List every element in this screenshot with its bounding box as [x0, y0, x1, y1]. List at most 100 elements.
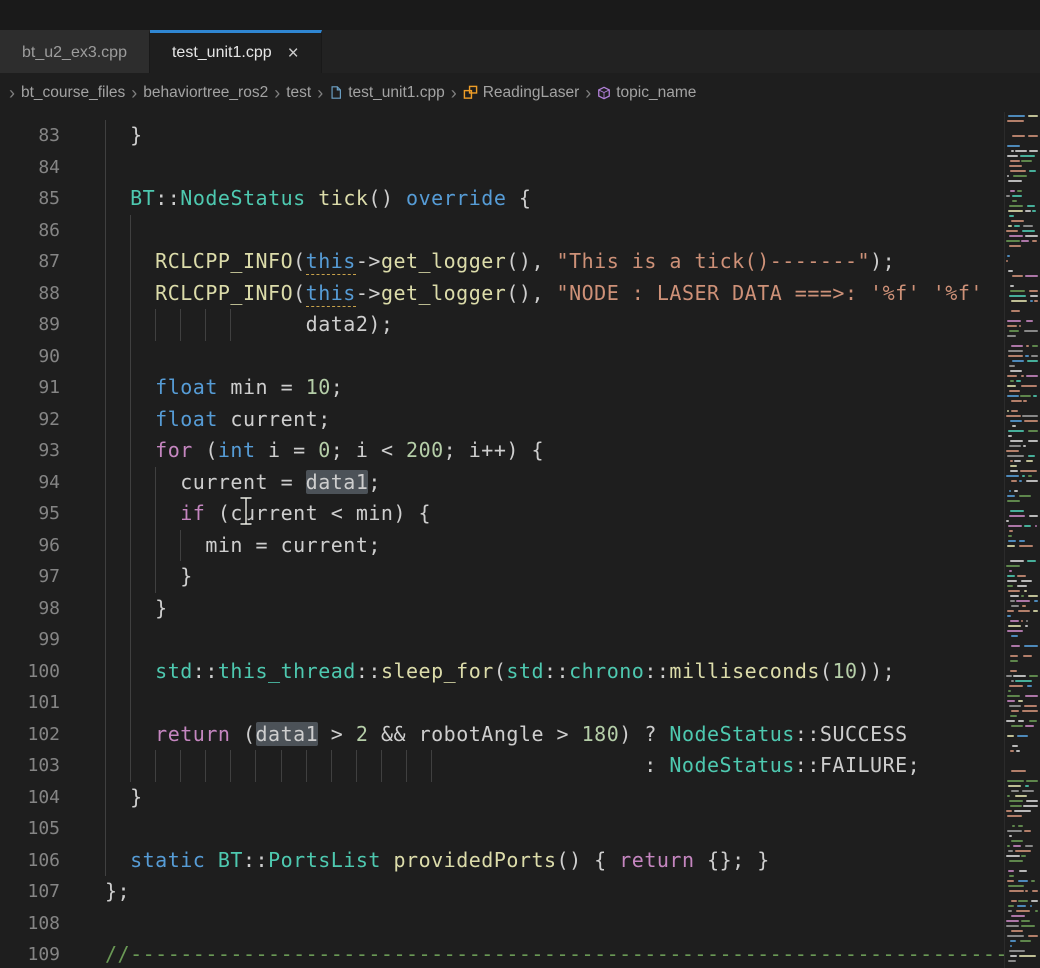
line-number[interactable]: 91	[0, 372, 90, 404]
line-number[interactable]: 101	[0, 687, 90, 719]
code-line-96[interactable]: min = current;	[90, 530, 1004, 562]
indent-guide	[105, 813, 106, 845]
minimap-line	[1017, 905, 1025, 907]
code-line-92[interactable]: float current;	[90, 404, 1004, 436]
line-number[interactable]: 103	[0, 750, 90, 782]
minimap-line	[1013, 675, 1026, 677]
minimap-line	[1019, 495, 1031, 497]
code-line-106[interactable]: static BT::PortsList providedPorts() { r…	[90, 845, 1004, 877]
code-token: 10	[832, 659, 857, 683]
minimap-line	[1011, 220, 1023, 222]
breadcrumb-item-topic-name[interactable]: topic_name	[597, 84, 696, 102]
chevron-icon: ›	[9, 84, 15, 102]
code-token	[205, 848, 218, 872]
line-number[interactable]: 94	[0, 467, 90, 499]
line-number[interactable]: 97	[0, 561, 90, 593]
line-number[interactable]: 83	[0, 120, 90, 152]
code-line-83[interactable]: }	[90, 120, 1004, 152]
breadcrumb-label: test_unit1.cpp	[348, 84, 445, 102]
code-line-95[interactable]: if (current < min) {	[90, 498, 1004, 530]
minimap-line	[1010, 715, 1016, 717]
line-number[interactable]: 107	[0, 876, 90, 908]
code-line-100[interactable]: std::this_thread::sleep_for(std::chrono:…	[90, 656, 1004, 688]
line-number[interactable]: 87	[0, 246, 90, 278]
code-line-89[interactable]: data2);	[90, 309, 1004, 341]
line-number[interactable]: 95	[0, 498, 90, 530]
code-token: ::FAILURE;	[795, 753, 920, 777]
minimap-line	[1010, 370, 1022, 372]
line-number[interactable]: 85	[0, 183, 90, 215]
code-area[interactable]: } BT::NodeStatus tick() override { RCLCP…	[90, 112, 1004, 968]
minimap-line	[1033, 395, 1037, 397]
minimap-line	[1008, 850, 1013, 852]
code-line-107[interactable]: };	[90, 876, 1004, 908]
indent-guide	[130, 498, 131, 530]
code-line-97[interactable]: }	[90, 561, 1004, 593]
code-line-101[interactable]	[90, 687, 1004, 719]
minimap[interactable]	[1004, 112, 1040, 968]
line-number[interactable]: 106	[0, 845, 90, 877]
minimap-line	[1023, 225, 1033, 227]
code-line-84[interactable]	[90, 152, 1004, 184]
code-line-99[interactable]	[90, 624, 1004, 656]
minimap-line	[1008, 210, 1023, 212]
line-number[interactable]: 102	[0, 719, 90, 751]
line-number[interactable]: 108	[0, 908, 90, 940]
minimap-line	[1016, 910, 1029, 912]
breadcrumb-item-bt-course-files[interactable]: bt_course_files	[21, 84, 125, 102]
code-token: i =	[256, 438, 319, 462]
minimap-line	[1007, 325, 1017, 327]
code-line-108[interactable]	[90, 908, 1004, 940]
minimap-line	[1007, 815, 1022, 817]
code-token: (current < min) {	[205, 501, 431, 525]
minimap-line	[1009, 800, 1023, 802]
line-number[interactable]: 105	[0, 813, 90, 845]
breadcrumb-item-readinglaser[interactable]: ReadingLaser	[463, 84, 580, 102]
code-line-104[interactable]: }	[90, 782, 1004, 814]
code-line-93[interactable]: for (int i = 0; i < 200; i++) {	[90, 435, 1004, 467]
breadcrumb-item-behaviortree-ros2[interactable]: behaviortree_ros2	[143, 84, 268, 102]
code-line-91[interactable]: float min = 10;	[90, 372, 1004, 404]
line-number[interactable]: 100	[0, 656, 90, 688]
line-number[interactable]: 92	[0, 404, 90, 436]
line-number[interactable]: 90	[0, 341, 90, 373]
minimap-line	[1009, 330, 1019, 332]
breadcrumb-item-test[interactable]: test	[286, 84, 311, 102]
code-line-87[interactable]: RCLCPP_INFO(this->get_logger(), "This is…	[90, 246, 1004, 278]
code-line-86[interactable]	[90, 215, 1004, 247]
tab-bt_u2_ex3-cpp[interactable]: bt_u2_ex3.cpp	[0, 30, 150, 73]
tab-label: test_unit1.cpp	[172, 44, 272, 62]
line-number[interactable]: 98	[0, 593, 90, 625]
line-number[interactable]: 99	[0, 624, 90, 656]
indent-guide	[130, 561, 131, 593]
code-line-88[interactable]: RCLCPP_INFO(this->get_logger(), "NODE : …	[90, 278, 1004, 310]
code-line-109[interactable]: //--------------------------------------…	[90, 939, 1004, 968]
minimap-line	[1029, 515, 1038, 517]
code-line-90[interactable]	[90, 341, 1004, 373]
code-line-98[interactable]: }	[90, 593, 1004, 625]
indent-guide	[130, 719, 131, 751]
breadcrumb-item-test-unit1-cpp[interactable]: test_unit1.cpp	[329, 84, 445, 102]
close-icon[interactable]: ×	[288, 44, 299, 63]
line-number[interactable]: 104	[0, 782, 90, 814]
code-line-94[interactable]: current = data1;	[90, 467, 1004, 499]
code-line-105[interactable]	[90, 813, 1004, 845]
code-line-103[interactable]: : NodeStatus::FAILURE;	[90, 750, 1004, 782]
line-number[interactable]: 96	[0, 530, 90, 562]
minimap-line	[1029, 290, 1038, 292]
line-number[interactable]: 86	[0, 215, 90, 247]
minimap-line	[1013, 175, 1026, 177]
code-token: (	[820, 659, 833, 683]
code-token: current;	[218, 407, 331, 431]
tab-test_unit1-cpp[interactable]: test_unit1.cpp ×	[150, 30, 322, 73]
line-number[interactable]: 109	[0, 939, 90, 968]
line-number[interactable]: 89	[0, 309, 90, 341]
minimap-line	[1015, 795, 1028, 797]
code-line-102[interactable]: return (data1 > 2 && robotAngle > 180) ?…	[90, 719, 1004, 751]
line-number[interactable]: 84	[0, 152, 90, 184]
indent-guide	[105, 404, 106, 436]
line-number[interactable]: 93	[0, 435, 90, 467]
code-line-85[interactable]: BT::NodeStatus tick() override {	[90, 183, 1004, 215]
line-number[interactable]: 88	[0, 278, 90, 310]
minimap-line	[1026, 800, 1038, 802]
